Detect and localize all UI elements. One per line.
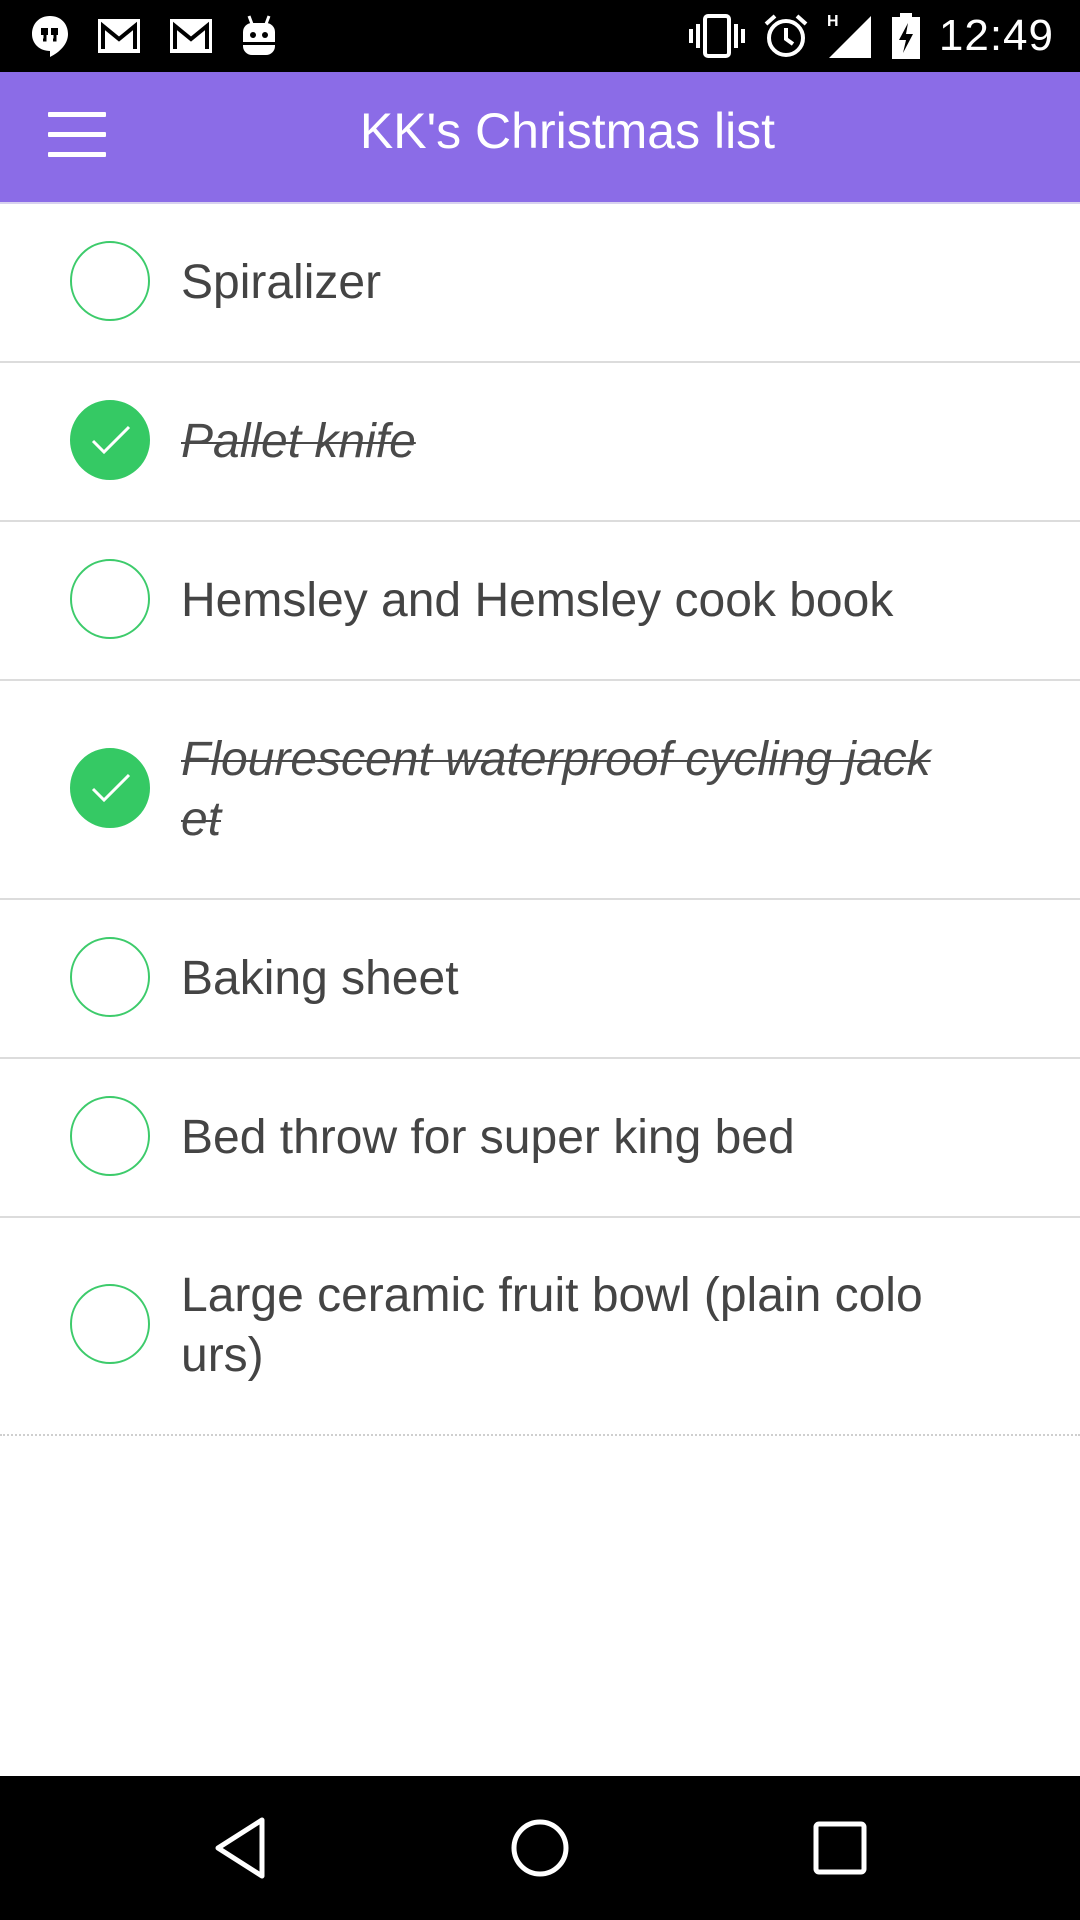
list-item[interactable]: Flourescent waterproof cycling jack et xyxy=(0,681,1080,900)
alarm-icon xyxy=(764,14,808,57)
item-label: Flourescent waterproof cycling jack et xyxy=(181,732,931,846)
list-item[interactable]: Hemsley and Hemsley cook book xyxy=(0,522,1080,681)
list-item[interactable]: Spiralizer xyxy=(0,204,1080,363)
gmail-icon xyxy=(98,19,140,53)
list-item[interactable]: Bed throw for super king bed xyxy=(0,1059,1080,1218)
home-icon[interactable] xyxy=(500,1808,580,1888)
status-time: 12:49 xyxy=(938,11,1054,60)
checked-circle-icon[interactable] xyxy=(70,747,150,828)
navigation-bar xyxy=(0,1776,1080,1920)
checkbox-circle-icon[interactable] xyxy=(70,558,150,639)
list-item[interactable]: Pallet knife xyxy=(0,363,1080,522)
checked-circle-icon[interactable] xyxy=(70,399,150,480)
vibrate-icon xyxy=(688,14,745,58)
item-label: Bed throw for super king bed xyxy=(181,1110,795,1164)
notification-icons xyxy=(30,12,278,60)
hangouts-icon xyxy=(32,16,68,57)
system-icons: H 12:49 xyxy=(688,8,1054,64)
checkbox-circle-icon[interactable] xyxy=(70,1095,150,1176)
checkbox-circle-icon[interactable] xyxy=(70,1284,150,1364)
signal-h-icon: H xyxy=(827,13,871,58)
battery-charging-icon xyxy=(891,13,920,59)
item-label: Pallet knife xyxy=(181,414,416,468)
back-icon[interactable] xyxy=(200,1808,280,1888)
page-title: KK's Christmas list xyxy=(359,103,776,159)
item-label: Hemsley and Hemsley cook book xyxy=(181,573,894,627)
list-item[interactable]: Large ceramic fruit bowl (plain colo urs) xyxy=(0,1218,1080,1436)
checkbox-circle-icon[interactable] xyxy=(70,240,150,321)
list-item[interactable]: Baking sheet xyxy=(0,900,1080,1059)
gmail-icon xyxy=(170,19,212,53)
status-bar: H 12:49 xyxy=(0,0,1080,72)
app-bar: KK's Christmas list xyxy=(0,72,1080,204)
svg-text:H: H xyxy=(827,13,839,30)
christmas-list: Spiralizer Pallet knife Hemsley and Hems… xyxy=(0,204,1080,1436)
item-label: Baking sheet xyxy=(181,951,459,1005)
recents-icon[interactable] xyxy=(800,1808,880,1888)
item-label: Spiralizer xyxy=(181,255,382,309)
android-icon xyxy=(243,15,275,55)
item-label: Large ceramic fruit bowl (plain colo urs) xyxy=(181,1269,923,1382)
checkmark-icon xyxy=(91,425,131,454)
checkmark-icon xyxy=(91,773,131,802)
checkbox-circle-icon[interactable] xyxy=(70,936,150,1017)
